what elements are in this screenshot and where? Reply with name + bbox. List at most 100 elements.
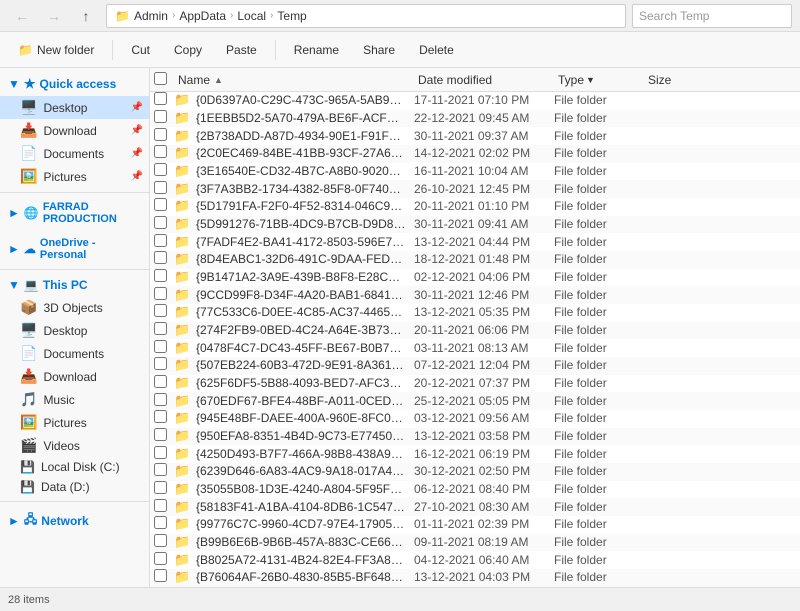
- row-checkbox[interactable]: [154, 357, 167, 370]
- row-checkbox[interactable]: [154, 181, 167, 194]
- row-check[interactable]: [154, 269, 174, 285]
- row-check[interactable]: [154, 446, 174, 462]
- farrad-header[interactable]: ► 🌐 FARRAD PRODUCTION: [0, 197, 149, 229]
- row-check[interactable]: [154, 516, 174, 532]
- table-row[interactable]: 📁 {0478F4C7-DC43-45FF-BE67-B0B735D... 03…: [150, 339, 800, 357]
- row-checkbox[interactable]: [154, 251, 167, 264]
- row-checkbox[interactable]: [154, 569, 167, 582]
- table-row[interactable]: 📁 {9CCD99F8-D34F-4A20-BAB1-6841C51... 30…: [150, 286, 800, 304]
- check-all-input[interactable]: [154, 72, 167, 85]
- row-checkbox[interactable]: [154, 322, 167, 335]
- row-checkbox[interactable]: [154, 446, 167, 459]
- sidebar-item-documents-pc[interactable]: 📄 Documents: [0, 342, 149, 365]
- row-checkbox[interactable]: [154, 463, 167, 476]
- row-checkbox[interactable]: [154, 216, 167, 229]
- table-row[interactable]: 📁 {2B738ADD-A87D-4934-90E1-F91F226... 30…: [150, 127, 800, 145]
- row-checkbox[interactable]: [154, 198, 167, 211]
- table-row[interactable]: 📁 {6239D646-6A83-4AC9-9A18-017A433... 30…: [150, 463, 800, 481]
- sidebar-item-data-d[interactable]: 💾 Data (D:): [0, 477, 149, 497]
- table-row[interactable]: 📁 {507EB224-60B3-472D-9E91-8A361C6F... 0…: [150, 357, 800, 375]
- table-row[interactable]: 📁 {1EEBB5D2-5A70-479A-BE6F-ACFC06F... 22…: [150, 110, 800, 128]
- table-row[interactable]: 📁 {4250D493-B7F7-466A-98B8-438A9C4... 16…: [150, 445, 800, 463]
- share-button[interactable]: Share: [353, 36, 405, 64]
- sidebar-item-desktop-qa[interactable]: 🖥️ Desktop 📌: [0, 96, 149, 119]
- paste-button[interactable]: Paste: [216, 36, 267, 64]
- sidebar-item-pictures-qa[interactable]: 🖼️ Pictures 📌: [0, 165, 149, 188]
- row-check[interactable]: [154, 251, 174, 267]
- row-checkbox[interactable]: [154, 145, 167, 158]
- up-button[interactable]: ↑: [72, 2, 100, 30]
- search-bar[interactable]: Search Temp: [632, 4, 792, 28]
- address-bar[interactable]: 📁 Admin › AppData › Local › Temp: [106, 4, 626, 28]
- row-check[interactable]: [154, 410, 174, 426]
- sidebar-item-music[interactable]: 🎵 Music: [0, 388, 149, 411]
- table-row[interactable]: 📁 {7FADF4E2-BA41-4172-8503-596E7978... 1…: [150, 233, 800, 251]
- row-check[interactable]: [154, 163, 174, 179]
- sidebar-item-pictures-pc[interactable]: 🖼️ Pictures: [0, 411, 149, 434]
- table-row[interactable]: 📁 {3F7A3BB2-1734-4382-85F8-0F740B71... 2…: [150, 180, 800, 198]
- breadcrumb-local[interactable]: Local: [237, 9, 266, 23]
- table-row[interactable]: 📁 {99776C7C-9960-4CD7-97E4-17905AA... 01…: [150, 516, 800, 534]
- sidebar-item-desktop-pc[interactable]: 🖥️ Desktop: [0, 319, 149, 342]
- row-checkbox[interactable]: [154, 110, 167, 123]
- row-check[interactable]: [154, 534, 174, 550]
- col-type-dropdown[interactable]: ▼: [586, 75, 595, 85]
- onedrive-header[interactable]: ► ☁ OneDrive - Personal: [0, 233, 149, 265]
- table-row[interactable]: 📁 {945E48BF-DAEE-400A-960E-8FC0C5F... 03…: [150, 410, 800, 428]
- table-row[interactable]: 📁 {B99B6E6B-9B6B-457A-883C-CE66B70... 09…: [150, 534, 800, 552]
- table-row[interactable]: 📁 {58183F41-A1BA-4104-8DB6-1C54758... 27…: [150, 498, 800, 516]
- row-checkbox[interactable]: [154, 375, 167, 388]
- thispc-header[interactable]: ▼ 💻 This PC: [0, 274, 149, 296]
- table-row[interactable]: 📁 {950EFA8-8351-4B4D-9C73-E77450D3... 13…: [150, 428, 800, 446]
- row-check[interactable]: [154, 234, 174, 250]
- check-all[interactable]: [154, 72, 174, 88]
- table-row[interactable]: 📁 {35055B08-1D3E-4240-A804-5F95F73E... 0…: [150, 481, 800, 499]
- sidebar-item-download-qa[interactable]: 📥 Download 📌: [0, 119, 149, 142]
- row-check[interactable]: [154, 198, 174, 214]
- sidebar-item-documents-qa[interactable]: 📄 Documents 📌: [0, 142, 149, 165]
- col-type-header[interactable]: Type ▼: [554, 73, 644, 87]
- row-checkbox[interactable]: [154, 304, 167, 317]
- row-checkbox[interactable]: [154, 393, 167, 406]
- row-checkbox[interactable]: [154, 92, 167, 105]
- row-checkbox[interactable]: [154, 552, 167, 565]
- row-check[interactable]: [154, 569, 174, 585]
- row-check[interactable]: [154, 304, 174, 320]
- table-row[interactable]: 📁 {8D4EABC1-32D6-491C-9DAA-FED6C6... 18-…: [150, 251, 800, 269]
- row-check[interactable]: [154, 463, 174, 479]
- row-check[interactable]: [154, 552, 174, 568]
- row-check[interactable]: [154, 145, 174, 161]
- row-check[interactable]: [154, 181, 174, 197]
- row-check[interactable]: [154, 340, 174, 356]
- table-row[interactable]: 📁 {3E16540E-CD32-4B7C-A8B0-9020F65... 16…: [150, 163, 800, 181]
- table-row[interactable]: 📁 {0D6397A0-C29C-473C-965A-5AB92FF... 17…: [150, 92, 800, 110]
- row-check[interactable]: [154, 375, 174, 391]
- sidebar-item-download-pc[interactable]: 📥 Download: [0, 365, 149, 388]
- col-date-header[interactable]: Date modified: [414, 73, 554, 87]
- row-checkbox[interactable]: [154, 287, 167, 300]
- row-check[interactable]: [154, 128, 174, 144]
- row-checkbox[interactable]: [154, 481, 167, 494]
- row-checkbox[interactable]: [154, 234, 167, 247]
- table-row[interactable]: 📁 {B8025A72-4131-4B24-82E4-FF3A8E14... 0…: [150, 551, 800, 569]
- table-row[interactable]: 📁 {9B1471A2-3A9E-439B-B8F8-E28CBA4... 02…: [150, 269, 800, 287]
- forward-button[interactable]: →: [40, 2, 68, 30]
- col-name-header[interactable]: Name ▲: [174, 73, 414, 87]
- row-checkbox[interactable]: [154, 410, 167, 423]
- table-row[interactable]: 📁 {274F2FB9-0BED-4C24-A64E-3B7356B5... 2…: [150, 322, 800, 340]
- row-checkbox[interactable]: [154, 499, 167, 512]
- breadcrumb-appdata[interactable]: AppData: [179, 9, 226, 23]
- row-check[interactable]: [154, 393, 174, 409]
- table-row[interactable]: 📁 {B76064AF-26B0-4830-85B5-BF648A61... 1…: [150, 569, 800, 587]
- delete-button[interactable]: Delete: [409, 36, 464, 64]
- row-checkbox[interactable]: [154, 516, 167, 529]
- new-folder-button[interactable]: 📁 New folder: [8, 36, 104, 64]
- table-row[interactable]: 📁 {625F6DF5-5B88-4093-BED7-AFC387F9... 2…: [150, 375, 800, 393]
- breadcrumb-temp[interactable]: Temp: [277, 9, 306, 23]
- sidebar-item-localdisk-c[interactable]: 💾 Local Disk (C:): [0, 457, 149, 477]
- table-row[interactable]: 📁 {670EDF67-BFE4-48BF-A011-0CED9B4... 25…: [150, 392, 800, 410]
- copy-button[interactable]: Copy: [164, 36, 212, 64]
- table-row[interactable]: 📁 {5D991276-71BB-4DC9-B7CB-D9D8BD... 30-…: [150, 216, 800, 234]
- row-checkbox[interactable]: [154, 428, 167, 441]
- row-check[interactable]: [154, 481, 174, 497]
